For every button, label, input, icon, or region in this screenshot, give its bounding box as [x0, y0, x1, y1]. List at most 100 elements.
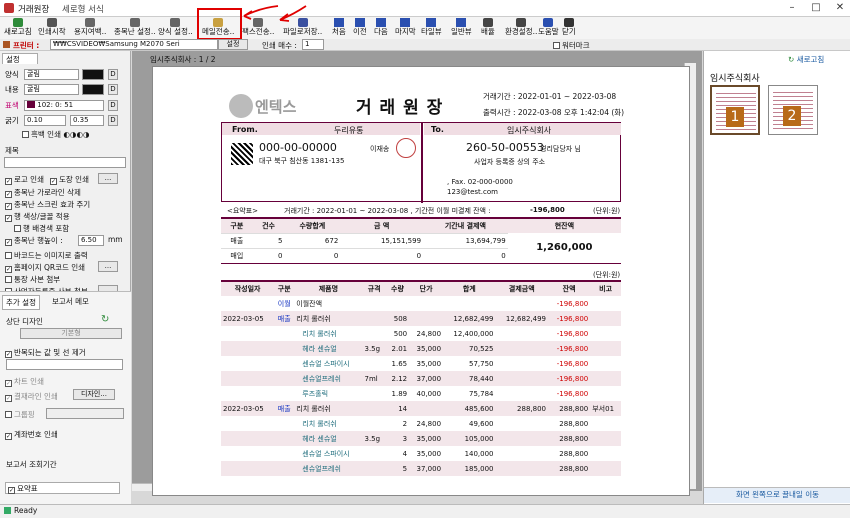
ledger-cell: 3: [402, 434, 408, 443]
group-option[interactable]: 그룹핑: [5, 409, 35, 420]
option-item[interactable]: ✓ 종목난 행높이 :: [5, 235, 63, 247]
option-checkbox[interactable]: [5, 252, 12, 259]
toolbar-item-15[interactable]: 환경설정..: [505, 18, 537, 38]
toolbar-item-4[interactable]: 양식 설정..: [158, 18, 193, 38]
size-a-input[interactable]: 0.10: [24, 115, 66, 126]
repeat-select[interactable]: [6, 359, 123, 370]
group-select[interactable]: [46, 408, 124, 419]
option-checkbox[interactable]: [14, 225, 21, 232]
ledger-cell: 2.12: [391, 374, 408, 383]
table-default-button[interactable]: D: [108, 100, 118, 111]
printer-select[interactable]: ₩₩CSVIDEO₩Samsung M2070 Seri: [50, 39, 218, 50]
content-default-button[interactable]: D: [108, 84, 118, 95]
toolbar-item-0[interactable]: 새로고침: [4, 18, 32, 38]
minimize-icon[interactable]: –: [782, 2, 802, 14]
option-item[interactable]: ✓ 홈페이지 QR코드 인쇄: [5, 262, 85, 274]
tab-report-memo[interactable]: 보고서 메모: [52, 296, 89, 307]
option-item[interactable]: 통장 사본 첨부: [5, 274, 60, 286]
size-default-button[interactable]: D: [108, 115, 118, 126]
style-font-select[interactable]: 굴림: [24, 69, 79, 80]
ledger-cell: 57,750: [469, 359, 494, 368]
thumbnail-page-1[interactable]: 1: [710, 85, 760, 135]
option-item[interactable]: 행 배경색 포함: [14, 223, 69, 235]
design-button[interactable]: 디자인...: [73, 389, 115, 400]
ledger-cell: 288,800: [517, 404, 546, 413]
toolbar-item-10[interactable]: 다음: [374, 18, 388, 38]
option-label: 행 배경색 포함: [23, 224, 70, 233]
chart-option[interactable]: ✓ 차트 인쇄: [5, 376, 44, 387]
toolbar-item-17[interactable]: 닫기: [562, 18, 576, 38]
option-checkbox[interactable]: [5, 276, 12, 283]
toolbar-item-8[interactable]: 처음: [332, 18, 346, 38]
option-checkbox[interactable]: ✓: [5, 239, 12, 246]
account-option[interactable]: ✓ 계좌번호 인쇄: [5, 429, 58, 440]
content-color-select[interactable]: [82, 84, 104, 95]
style-color-select[interactable]: [82, 69, 104, 80]
ledger-cell: 35,000: [416, 359, 442, 368]
toolbar-item-3[interactable]: 종목난 설정..: [114, 18, 156, 38]
toolbar-item-2[interactable]: 용지여백..: [74, 18, 106, 38]
ledger-cell: [496, 356, 548, 371]
option-settings-button[interactable]: ...: [98, 261, 118, 272]
stamp-settings-button[interactable]: ...: [98, 173, 118, 184]
repeat-option[interactable]: ✓ 반복되는 값 및 선 제거: [5, 347, 86, 358]
toolbar-item-12[interactable]: 타일뷰: [421, 18, 442, 38]
ledger-cell: 140,000: [464, 449, 494, 458]
size-b-input[interactable]: 0.35: [70, 115, 104, 126]
ledger-cell: [409, 296, 443, 311]
stamp-option[interactable]: ✓ 도장 인쇄: [50, 174, 89, 186]
title-bar: 거래원장 세로형 서식 – □ ✕: [0, 0, 850, 17]
printer-settings-button[interactable]: 설정: [218, 39, 248, 50]
style-default-button[interactable]: D: [108, 69, 118, 80]
option-checkbox[interactable]: ✓: [5, 215, 12, 222]
ledger-cell: [274, 416, 294, 431]
row-height-input[interactable]: 6.50: [78, 235, 104, 246]
maximize-icon[interactable]: □: [806, 2, 826, 14]
ledger-cell: [363, 446, 386, 461]
ledger-cell: 리치 롤러쉬: [296, 314, 331, 323]
toolbar-item-9[interactable]: 이전: [353, 18, 367, 38]
option-item[interactable]: ✓ 종목난 가로라인 삭제: [5, 187, 81, 199]
option-checkbox[interactable]: ✓: [5, 203, 12, 210]
toolbar-item-label: 처음: [332, 27, 346, 36]
thumb-refresh-button[interactable]: ↻ 새로고침: [788, 54, 824, 65]
option-item[interactable]: ✓ 행 색상/글꼴 적용: [5, 211, 70, 223]
window-close-icon[interactable]: ✕: [830, 2, 850, 14]
basic-design-button[interactable]: 기본형: [20, 328, 122, 339]
watermark-checkbox[interactable]: [553, 42, 560, 49]
summary-header-cell: 건수: [262, 221, 275, 230]
size-label: 굵기: [5, 116, 19, 125]
toolbar-item-13[interactable]: 일반뷰: [451, 18, 472, 38]
option-item[interactable]: 바코드는 이미지로 출력: [5, 250, 88, 262]
content-font-select[interactable]: 굴림: [24, 84, 79, 95]
stamp-seal-icon: [396, 138, 416, 158]
copies-input[interactable]: 1: [302, 39, 324, 50]
page-margin-icon: [85, 18, 96, 27]
table-color-select[interactable]: 102: 0: 51: [24, 100, 104, 111]
toolbar-item-label: 배율: [481, 27, 495, 36]
option-checkbox[interactable]: ✓: [5, 178, 12, 185]
toolbar-item-14[interactable]: 배율: [481, 18, 495, 38]
option-checkbox[interactable]: ✓: [5, 266, 12, 273]
column-settings-icon: [129, 18, 140, 27]
design-refresh-icon[interactable]: ↻: [101, 314, 109, 325]
summary-header-cell: 수량합계: [299, 221, 326, 230]
ledger-cell: 2022-03-05: [223, 404, 264, 413]
summary-option[interactable]: ✓ 요약표: [5, 482, 120, 494]
watermark-option[interactable]: 워터마크: [553, 40, 590, 51]
option-item[interactable]: ✓ 종목난 스크린 효과 주기: [5, 199, 90, 211]
toolbar-item-11[interactable]: 마지막: [395, 18, 416, 38]
tab-settings[interactable]: 설정: [2, 53, 38, 64]
toolbar-item-1[interactable]: 인쇄시작: [38, 18, 66, 38]
title-input[interactable]: [4, 157, 126, 168]
toolbar-item-16[interactable]: 도움말: [538, 18, 559, 38]
ledger-cell: 24,800: [416, 419, 442, 428]
thumbnail-page-2[interactable]: 2: [768, 85, 818, 135]
ledger-line-option[interactable]: ✓ 결재라인 인쇄: [5, 391, 58, 402]
table-color-label: 표색: [5, 101, 19, 110]
tab-additional[interactable]: 추가 설정: [2, 295, 40, 310]
option-item[interactable]: ✓ 로고 인쇄: [5, 174, 44, 186]
summary-cell: 매출: [221, 232, 253, 248]
option-checkbox[interactable]: ✓: [5, 191, 12, 198]
bw-print-option[interactable]: 흑백 인쇄 ◐◑◐◑: [22, 129, 90, 141]
